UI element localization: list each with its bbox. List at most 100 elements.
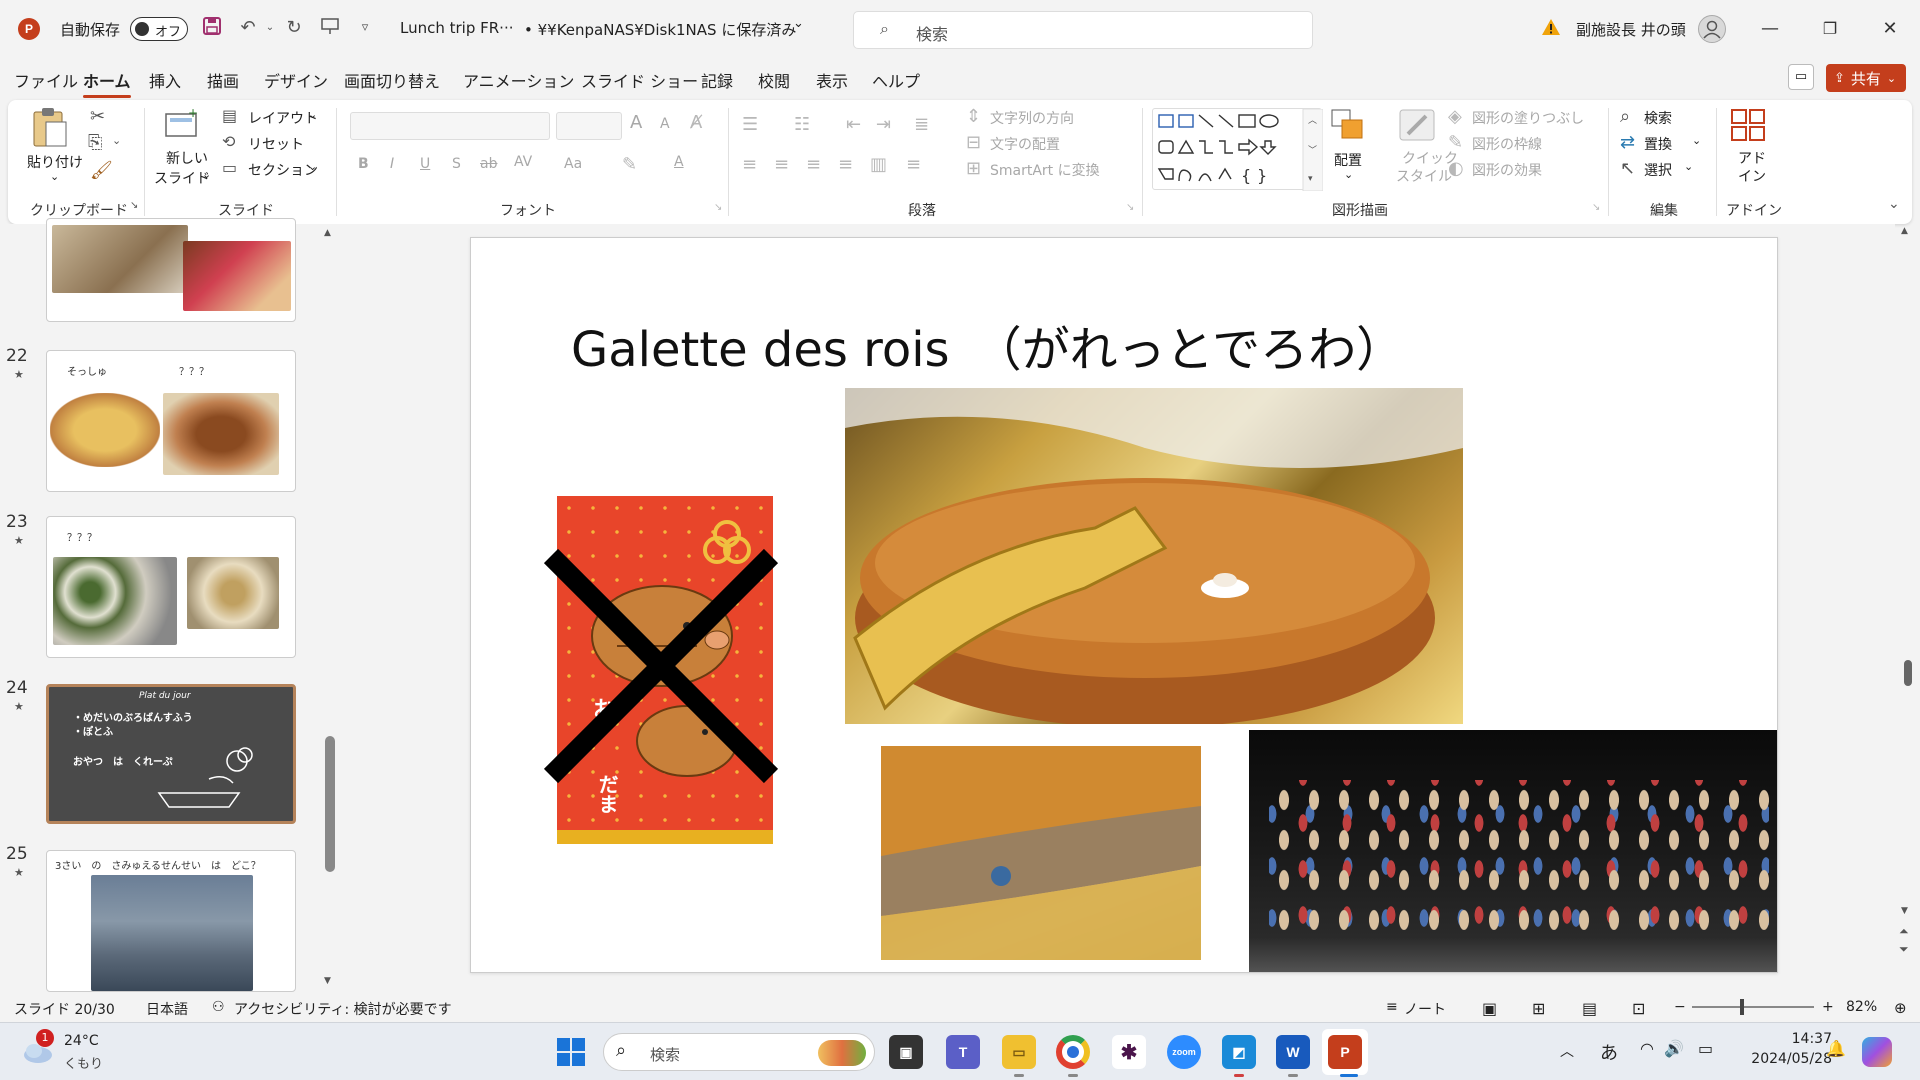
previous-slide-icon[interactable]: ⏶ [1899,924,1909,939]
customize-qat-icon[interactable]: ▿ [353,16,377,40]
text-align-vertical-icon[interactable]: ≡ [906,154,921,175]
zoom-slider-thumb[interactable] [1740,999,1744,1015]
save-icon[interactable] [200,16,224,40]
smartart-icon[interactable]: ⊞ [966,158,981,179]
volume-icon[interactable]: 🔊 [1664,1039,1684,1058]
clock-date[interactable]: 2024/05/28 [1738,1051,1832,1067]
scroll-down-icon[interactable]: ▼ [324,976,331,986]
dialog-launcher-icon[interactable]: ↘ [130,200,138,211]
accessibility-status[interactable]: アクセシビリティ: 検討が必要です [234,999,452,1019]
layout-icon[interactable]: ▤ [222,106,237,125]
normal-view-icon[interactable]: ▣ [1482,999,1497,1018]
chrome-icon[interactable] [1056,1035,1090,1069]
photos-icon[interactable]: ◩ [1222,1035,1256,1069]
avatar[interactable] [1698,15,1726,43]
select-button[interactable]: 選択 [1644,160,1672,180]
copy-icon[interactable]: ⎘ [88,132,102,153]
align-right-icon[interactable]: ≡ [806,154,821,175]
addins-icon[interactable] [1730,108,1766,146]
tab-insert[interactable]: 挿入 [149,68,181,92]
save-status[interactable]: • ¥¥KenpaNAS¥Disk1NAS に保存済み [524,19,796,40]
file-explorer-icon[interactable]: ▭ [1002,1035,1036,1069]
scroll-up-icon[interactable]: ▲ [324,228,331,238]
weather-desc[interactable]: くもり [64,1053,103,1072]
copilot-icon[interactable] [1862,1037,1892,1067]
columns-icon[interactable]: ▥ [870,154,887,175]
shape-effects-icon[interactable]: ◐ [1448,158,1464,179]
highlight-icon[interactable]: ✎ [622,154,637,175]
line-spacing-icon[interactable]: ≣ [914,114,929,135]
change-case-button[interactable]: Aa [564,156,582,172]
zoom-out-icon[interactable]: − [1674,999,1686,1015]
clear-format-icon[interactable]: Ⱥ [690,112,702,133]
tab-home[interactable]: ホーム [83,68,131,98]
bullets-icon[interactable]: ☰ [742,114,758,135]
chevron-down-icon[interactable]: ⌄ [1344,168,1353,181]
scroll-down-icon[interactable]: ▼ [1901,906,1908,916]
paste-label[interactable]: 貼り付け [27,152,83,172]
chevron-down-icon[interactable]: ⌄ [1684,160,1693,173]
notes-button[interactable]: ノート [1404,999,1446,1019]
align-center-icon[interactable]: ≡ [774,154,789,175]
thumbnail-scrollbar[interactable] [325,736,335,872]
shape-fill-button[interactable]: 図形の塗りつぶし [1472,108,1584,128]
font-size-select[interactable] [556,112,622,140]
present-icon[interactable] [318,16,342,40]
zoom-level[interactable]: 82% [1846,999,1877,1015]
teams-icon[interactable]: T [946,1035,980,1069]
battery-icon[interactable]: ▭ [1698,1039,1713,1058]
chevron-down-icon[interactable]: ⌄ [50,170,59,183]
slide-thumbnail-21[interactable] [46,218,296,322]
shape-effects-button[interactable]: 図形の効果 [1472,160,1542,180]
galette-slice-image[interactable] [881,746,1201,960]
slideshow-icon[interactable]: ⊡ [1632,999,1645,1018]
warning-icon[interactable] [1541,17,1561,41]
fit-slide-icon[interactable]: ⊕ [1894,999,1907,1017]
galette-crown-image[interactable] [845,388,1463,724]
close-icon[interactable]: ✕ [1875,14,1905,44]
find-button[interactable]: 検索 [1644,108,1672,128]
replace-icon[interactable]: ⇄ [1620,132,1635,153]
tab-slideshow[interactable]: スライド ショー [581,68,698,92]
shapes-gallery[interactable]: {} ︿ ﹀ ▾ [1152,108,1324,192]
reset-button[interactable]: リセット [248,134,304,154]
clock-time[interactable]: 14:37 [1768,1031,1832,1047]
notification-bell-icon[interactable]: 🔔 [1826,1039,1846,1058]
ime-indicator[interactable]: あ [1600,1039,1618,1065]
user-name[interactable]: 副施設長 井の頭 [1576,19,1686,40]
shape-outline-button[interactable]: 図形の枠線 [1472,134,1542,154]
slack-icon[interactable]: ✱ [1112,1035,1146,1069]
tab-review[interactable]: 校閲 [758,68,790,92]
quick-styles-icon[interactable] [1398,108,1436,146]
zoom-in-icon[interactable]: + [1822,999,1834,1015]
dialog-launcher-icon[interactable]: ↘ [1126,202,1134,213]
smartart-button[interactable]: SmartArt に変換 [990,160,1100,180]
file-title[interactable]: Lunch trip FR··· [400,19,514,37]
chevron-down-icon[interactable]: ⌄ [112,134,121,147]
restore-icon[interactable]: ❐ [1815,14,1845,44]
reading-view-icon[interactable]: ▤ [1582,999,1597,1018]
align-text-icon[interactable]: ⊟ [966,132,981,153]
grow-font-icon[interactable]: A [630,112,642,133]
tab-record[interactable]: 記録 [701,68,733,92]
format-painter-icon[interactable]: 🖌 [90,160,113,181]
slide-canvas[interactable]: Galette des rois （がれっとでろわ） お だま [470,237,1778,973]
slide-thumbnail-23[interactable]: ？？？ [46,516,296,658]
dialog-launcher-icon[interactable]: ↘ [714,202,722,213]
weather-temp[interactable]: 24°C [64,1033,99,1049]
italic-button[interactable]: I [390,156,394,172]
word-icon[interactable]: W [1276,1035,1310,1069]
strikethrough-button[interactable]: ab [480,156,497,172]
redo-icon[interactable]: ↻ [282,16,306,40]
collapse-ribbon-icon[interactable]: ⌄ [1888,196,1900,212]
cut-icon[interactable]: ✂ [90,106,105,127]
align-text-button[interactable]: 文字の配置 [990,134,1060,154]
tab-view[interactable]: 表示 [816,68,848,92]
section-icon[interactable]: ▭ [222,158,237,177]
replace-button[interactable]: 置換 [1644,134,1672,154]
chevron-down-icon[interactable]: ⌄ [308,108,317,121]
minimize-icon[interactable]: — [1755,14,1785,44]
shadow-button[interactable]: S [452,156,461,172]
decrease-indent-icon[interactable]: ⇤ [846,114,861,135]
addins-label-2[interactable]: イン [1738,166,1766,186]
